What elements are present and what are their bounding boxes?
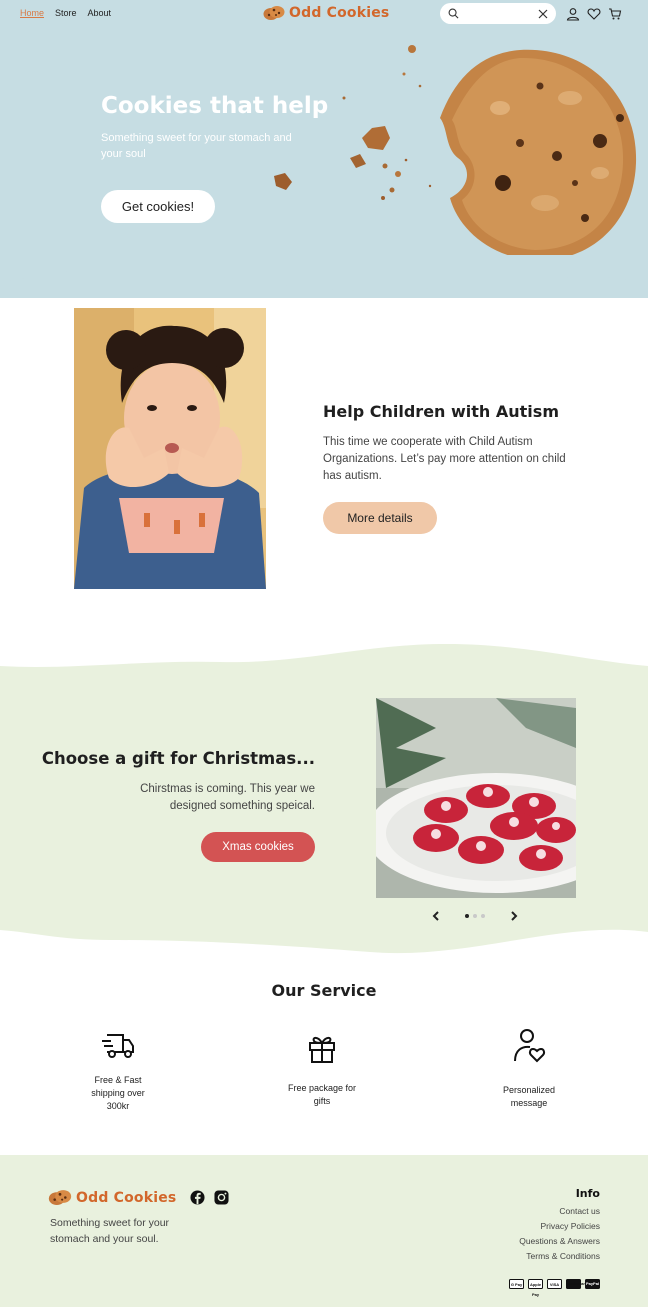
close-icon[interactable] (538, 9, 548, 19)
nav-about[interactable]: About (88, 8, 112, 18)
footer: Odd Cookies Something sweet for your sto… (0, 1155, 648, 1307)
xmas-cookies-button[interactable]: Xmas cookies (201, 832, 315, 862)
carousel-dot-2[interactable] (473, 914, 477, 918)
footer-logo[interactable]: Odd Cookies (48, 1189, 176, 1206)
cart-icon[interactable] (608, 6, 622, 20)
footer-brand-name: Odd Cookies (76, 1189, 177, 1206)
xmas-cookies-photo (376, 698, 576, 898)
social-links (190, 1190, 229, 1205)
top-header: Home Store About Odd Cookies (0, 0, 648, 28)
footer-link-contact[interactable]: Contact us (519, 1204, 600, 1219)
main-nav: Home Store About (20, 8, 111, 18)
facebook-icon[interactable] (190, 1190, 205, 1205)
service-message-label: Personalized message (502, 1085, 556, 1108)
service-shipping: Free & Fast shipping over 300kr (58, 1030, 178, 1113)
chevron-left-icon[interactable] (430, 910, 442, 922)
search-input[interactable] (462, 8, 535, 19)
instagram-icon[interactable] (214, 1190, 229, 1205)
gpay-icon: G Pay (509, 1279, 524, 1289)
carousel-dot-3[interactable] (481, 914, 485, 918)
footer-info: Info Contact us Privacy Policies Questio… (519, 1187, 600, 1264)
paypal-icon: PayPal (585, 1279, 600, 1289)
cookie-logo-icon (263, 6, 285, 20)
footer-link-qa[interactable]: Questions & Answers (519, 1234, 600, 1249)
search-bar[interactable] (440, 3, 556, 24)
user-icon[interactable] (566, 6, 580, 21)
chevron-right-icon[interactable] (508, 910, 520, 922)
xmas-text: Chirstmas is coming. This year we design… (140, 783, 315, 812)
user-heart-icon (514, 1029, 546, 1063)
header-actions (566, 6, 622, 21)
applepay-icon: Apple Pay (528, 1279, 543, 1297)
visa-icon: VISA (547, 1279, 562, 1289)
footer-link-terms[interactable]: Terms & Conditions (519, 1249, 600, 1264)
footer-tagline: Something sweet for your stomach and you… (50, 1217, 170, 1245)
nav-home[interactable]: Home (20, 8, 44, 18)
payment-methods: G Pay Apple Pay VISA Mastercard PayPal (509, 1279, 600, 1297)
xmas-title: Choose a gift for Christmas... (41, 749, 315, 768)
carousel-dots (465, 914, 485, 918)
heart-icon[interactable] (587, 6, 601, 20)
carousel-controls (430, 906, 520, 926)
mastercard-icon: Mastercard (566, 1279, 587, 1289)
service-shipping-label: Free & Fast shipping over 300kr (91, 1075, 145, 1111)
footer-link-privacy[interactable]: Privacy Policies (519, 1219, 600, 1234)
more-details-button[interactable]: More details (323, 502, 437, 534)
carousel-dot-1[interactable] (465, 914, 469, 918)
gift-icon (309, 1036, 335, 1063)
nav-store[interactable]: Store (55, 8, 77, 18)
child-photo (74, 308, 266, 589)
truck-icon (102, 1034, 134, 1058)
hero-wave-divider (0, 255, 648, 292)
info-title: Info (575, 1187, 600, 1200)
service-gift-label: Free package for gifts (287, 1083, 357, 1106)
cookie-logo-icon (48, 1190, 72, 1205)
search-icon[interactable] (448, 8, 459, 19)
brand-name: Odd Cookies (289, 5, 390, 21)
service-title: Our Service (271, 981, 377, 1000)
brand-logo[interactable]: Odd Cookies (263, 5, 389, 21)
service-message: Personalized message (469, 1028, 589, 1110)
autism-title: Help Children with Autism (323, 402, 559, 421)
autism-text: This time we cooperate with Child Autism… (323, 436, 566, 482)
service-gift: Free package for gifts (262, 1032, 382, 1108)
